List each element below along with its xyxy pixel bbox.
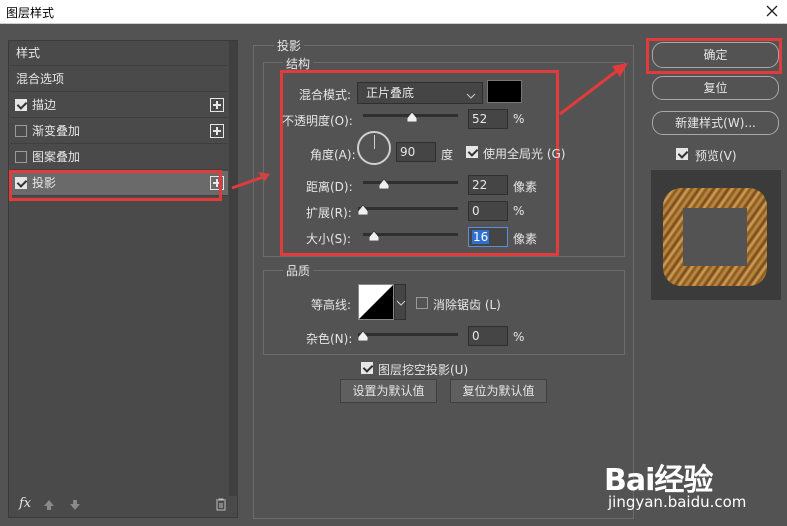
opacity-unit: % [513,112,525,126]
list-item-label: 渐变叠加 [32,124,81,138]
global-light-checkbox[interactable] [466,146,478,158]
spread-unit: % [513,204,525,218]
list-item-pattern-overlay[interactable]: 图案叠加 [10,145,228,170]
stroke-checkbox[interactable] [15,99,27,111]
size-unit: 像素 [513,232,538,246]
noise-input[interactable]: 0 [468,326,508,346]
preview-shape-hole [683,208,747,266]
quality-title: 品质 [283,262,314,279]
anti-alias-label: 消除锯齿 (L) [433,298,501,312]
size-value: 16 [472,230,490,244]
chevron-down-icon [466,87,476,107]
distance-label: 距离(D): [306,180,353,194]
noise-label: 杂色(N): [306,332,353,346]
distance-slider[interactable] [363,176,458,190]
slider-thumb-icon[interactable] [358,331,368,341]
title-bar: 图层样式 [0,0,787,24]
preview-checkbox[interactable] [676,148,688,160]
distance-value: 22 [472,178,488,192]
reset-button[interactable]: 复位 [652,76,779,100]
contour-label: 等高线: [311,298,352,312]
angle-value: 90 [400,145,416,159]
list-item-gradient-overlay[interactable]: 渐变叠加 [10,119,228,144]
blend-mode-label: 混合模式: [299,88,352,102]
distance-unit: 像素 [513,180,538,194]
list-item-label: 样式 [16,46,41,60]
watermark: Bai经验 jingyan.baidu.com [604,455,784,515]
noise-unit: % [513,330,525,344]
window-title: 图层样式 [6,6,55,20]
trash-icon[interactable] [215,498,227,511]
spread-slider[interactable] [358,202,458,216]
slider-track [363,181,458,184]
ok-highlight [646,38,782,74]
contour-preview[interactable] [358,284,394,320]
gradient-overlay-checkbox[interactable] [15,125,27,137]
list-item-label: 混合选项 [16,72,65,86]
size-label: 大小(S): [306,232,352,246]
slider-track [358,333,458,336]
knockout-label: 图层挖空投影(U) [378,363,469,377]
fx-button[interactable]: fx [19,496,31,511]
slider-thumb-icon[interactable] [407,112,417,122]
slider-thumb-icon[interactable] [358,205,368,215]
preview-label: 预览(V) [695,149,737,163]
slider-thumb-icon[interactable] [379,179,389,189]
slider-thumb-icon[interactable] [369,231,379,241]
reset-default-button[interactable]: 复位为默认值 [450,379,547,403]
pattern-overlay-checkbox[interactable] [15,151,27,163]
styles-list-panel: 样式 混合选项 描边 渐变叠加 图案叠加 投影 fx [8,40,238,518]
close-icon[interactable] [763,2,781,20]
list-scrollbar[interactable] [229,41,238,496]
spread-label: 扩展(R): [306,206,352,220]
opacity-input[interactable]: 52 [468,109,508,129]
move-down-icon[interactable] [69,499,81,511]
slider-track [358,207,458,210]
opacity-label: 不透明度(O): [282,114,353,128]
blend-mode-value: 正片叠底 [366,86,415,100]
watermark-url: jingyan.baidu.com [608,493,747,511]
add-icon[interactable] [210,98,224,112]
style-preview-thumbnail [651,170,781,300]
preview-shape [663,188,767,286]
set-default-button[interactable]: 设置为默认值 [340,379,437,403]
list-item-stroke[interactable]: 描边 [10,93,228,118]
spread-input[interactable]: 0 [468,201,508,221]
list-item-styles[interactable]: 样式 [10,41,228,66]
noise-slider[interactable] [358,328,458,342]
list-footer-toolbar: fx [9,493,237,517]
global-light-label: 使用全局光 (G) [483,147,566,161]
contour-curve-icon [359,285,393,319]
noise-value: 0 [472,329,480,343]
contour-dropdown[interactable] [394,284,406,320]
opacity-slider[interactable] [363,109,458,123]
angle-input[interactable]: 90 [396,142,436,162]
arrow-annotation [559,63,628,116]
anti-alias-checkbox[interactable] [416,297,428,309]
angle-dial[interactable] [357,131,391,165]
chevron-down-icon [396,300,406,306]
knockout-checkbox[interactable] [361,362,373,374]
spread-value: 0 [472,204,480,218]
opacity-value: 52 [472,112,488,126]
angle-unit: 度 [441,148,454,162]
section-title: 投影 [274,37,305,54]
drop-shadow-highlight [9,170,222,201]
list-item-blending-options[interactable]: 混合选项 [10,67,228,92]
list-item-label: 图案叠加 [32,150,81,164]
angle-label: 角度(A): [310,148,356,162]
blend-mode-dropdown[interactable]: 正片叠底 [357,82,483,104]
size-slider[interactable] [363,228,458,242]
add-icon[interactable] [210,124,224,138]
size-input[interactable]: 16 [468,227,508,247]
shadow-color-swatch[interactable] [487,80,522,103]
distance-input[interactable]: 22 [468,175,508,195]
list-item-label: 描边 [32,98,57,112]
move-up-icon[interactable] [43,499,55,511]
new-style-button[interactable]: 新建样式(W)... [652,111,779,135]
